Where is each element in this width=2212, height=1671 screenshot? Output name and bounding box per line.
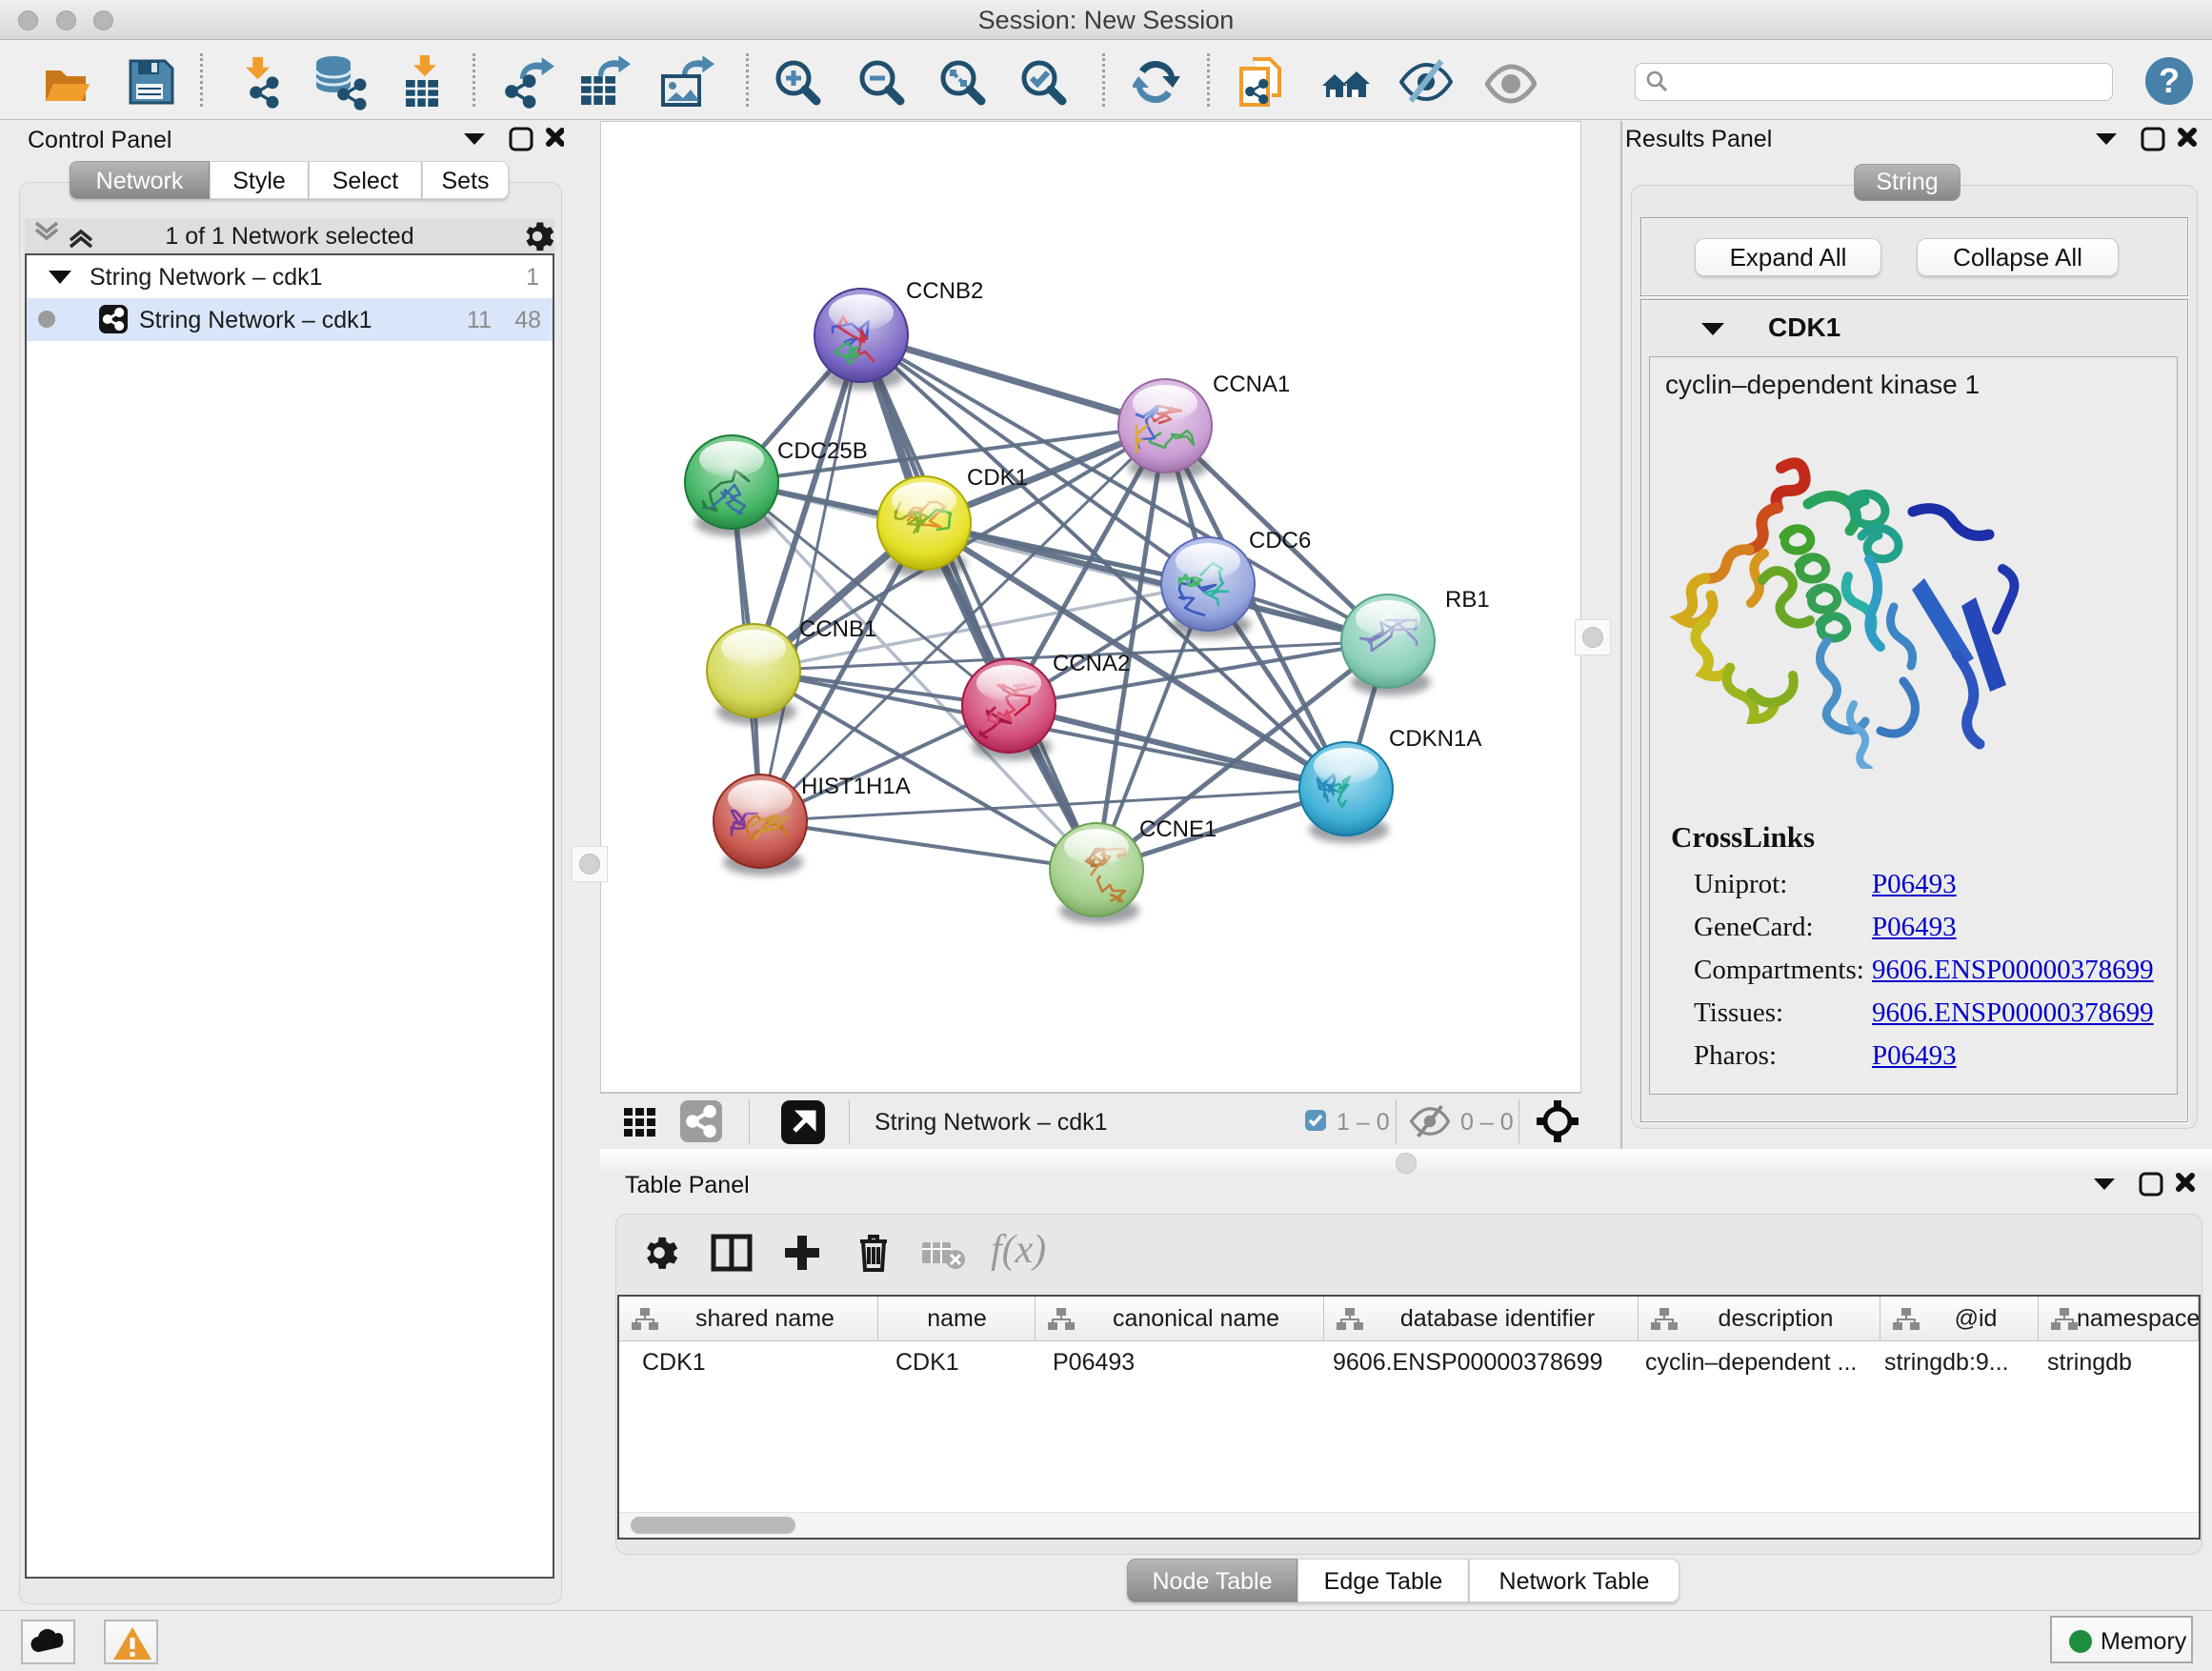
svg-text:HIST1H1A: HIST1H1A [801, 774, 911, 799]
svg-text:CCNA1: CCNA1 [1213, 372, 1290, 397]
svg-text:CDK1: CDK1 [967, 465, 1028, 491]
svg-text:CCNA2: CCNA2 [1053, 651, 1130, 676]
svg-text:CDC6: CDC6 [1249, 528, 1311, 554]
svg-text:CCNB1: CCNB1 [799, 616, 876, 642]
svg-text:RB1: RB1 [1445, 587, 1490, 613]
svg-text:CDKN1A: CDKN1A [1389, 726, 1481, 752]
svg-text:CCNE1: CCNE1 [1139, 816, 1217, 842]
svg-text:CDC25B: CDC25B [777, 438, 868, 464]
svg-text:CCNB2: CCNB2 [906, 278, 983, 304]
